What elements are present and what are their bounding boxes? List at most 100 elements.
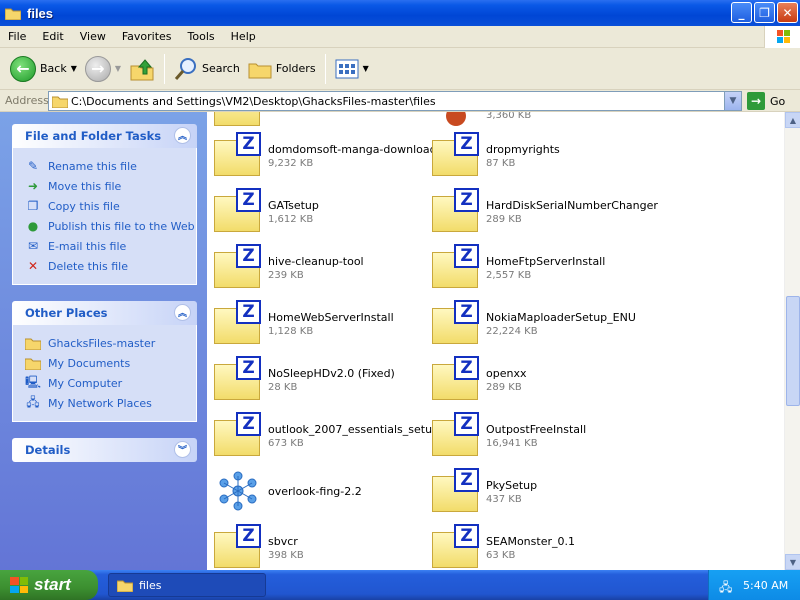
file-item[interactable]: Zdomdomsoft-manga-downloader 9,232 KB xyxy=(214,132,448,178)
file-item[interactable]: Z GATsetup 1,612 KB xyxy=(214,188,319,234)
scroll-thumb[interactable] xyxy=(786,296,800,406)
file-item[interactable]: Z HardDiskSerialNumberChanger 289 KB xyxy=(432,188,658,234)
back-dropdown-icon[interactable]: ▼ xyxy=(71,64,77,73)
file-item[interactable]: Zoutlook_2007_essentials_setup 673 KB xyxy=(214,412,439,458)
file-size: 239 KB xyxy=(268,270,304,281)
file-name: sbvcr xyxy=(268,535,298,548)
place-label: My Computer xyxy=(48,376,123,390)
address-label: Address xyxy=(5,94,49,107)
place-label: My Network Places xyxy=(48,396,152,410)
file-size: 22,224 KB xyxy=(486,326,538,337)
expand-chevron-icon[interactable]: ︾ xyxy=(174,441,191,458)
file-item[interactable]: Zdropmyrights 87 KB xyxy=(432,132,560,178)
file-item[interactable]: Z NokiaMaploaderSetup_ENU 22,224 KB xyxy=(432,300,636,346)
file-size: 398 KB xyxy=(268,550,304,561)
start-button[interactable]: start xyxy=(0,570,98,600)
file-item[interactable]: Z HomeWebServerInstall 1,128 KB xyxy=(214,300,394,346)
task-move[interactable]: ➜ Move this file xyxy=(25,176,196,196)
minimize-button[interactable]: _ xyxy=(731,2,752,23)
collapse-chevron-icon[interactable]: ︽ xyxy=(174,304,191,321)
up-button[interactable] xyxy=(125,52,159,86)
file-item[interactable]: 3,360 KB xyxy=(432,112,531,128)
scroll-up-arrow[interactable]: ▲ xyxy=(785,112,800,128)
views-button[interactable]: ▼ xyxy=(331,52,373,86)
folders-button[interactable]: Folders xyxy=(244,52,320,86)
file-size: 3,360 KB xyxy=(486,112,532,121)
task-copy[interactable]: ❐ Copy this file xyxy=(25,196,196,216)
network-tray-icon[interactable]: 🖧 xyxy=(719,578,733,594)
file-item[interactable]: Z SEAMonster_0.1 63 KB xyxy=(432,524,575,570)
address-dropdown-icon[interactable]: ▼ xyxy=(724,92,741,110)
place-my-documents[interactable]: My Documents xyxy=(25,353,196,373)
menu-file[interactable]: File xyxy=(0,30,34,43)
file-folder-tasks-header[interactable]: File and Folder Tasks ︽ xyxy=(12,124,197,148)
back-button[interactable]: ← Back ▼ xyxy=(6,52,81,86)
taskbar-window-label: files xyxy=(139,578,162,592)
folder-icon xyxy=(25,335,41,351)
vertical-scrollbar[interactable]: ▲ ▼ xyxy=(784,112,800,570)
place-my-network[interactable]: 🖧 My Network Places xyxy=(25,393,196,413)
place-parent-folder[interactable]: GhacksFiles-master xyxy=(25,333,196,353)
views-dropdown-icon[interactable]: ▼ xyxy=(363,64,369,73)
file-size: 1,612 KB xyxy=(268,214,314,225)
toolbar-separator xyxy=(164,53,166,84)
other-places-header[interactable]: Other Places ︽ xyxy=(12,301,197,325)
file-size: 16,941 KB xyxy=(486,438,538,449)
window-title: files xyxy=(27,5,54,21)
app-icon xyxy=(432,112,480,128)
scroll-down-arrow[interactable]: ▼ xyxy=(785,554,800,570)
task-rename[interactable]: ✎ Rename this file xyxy=(25,156,196,176)
folders-label: Folders xyxy=(275,62,316,75)
task-label: Rename this file xyxy=(48,159,137,173)
start-label: start xyxy=(34,575,71,594)
forward-dropdown-icon[interactable]: ▼ xyxy=(115,64,121,73)
file-name: HomeFtpServerInstall xyxy=(486,255,606,268)
file-item[interactable]: Z PkySetup 437 KB xyxy=(432,468,537,514)
task-label: E-mail this file xyxy=(48,239,127,253)
file-item[interactable]: Z HomeFtpServerInstall 2,557 KB xyxy=(432,244,605,290)
search-button[interactable]: Search xyxy=(170,52,244,86)
zip-folder-icon: Z xyxy=(214,244,262,290)
task-delete[interactable]: ✕ Delete this file xyxy=(25,256,196,276)
file-size: 289 KB xyxy=(486,214,522,225)
file-item[interactable]: Zhive-cleanup-tool 239 KB xyxy=(214,244,364,290)
file-item[interactable]: Z NoSleepHDv2.0 (Fixed) 28 KB xyxy=(214,356,395,402)
forward-button[interactable]: → ▼ xyxy=(81,52,125,86)
windows-flag-icon xyxy=(10,577,28,593)
email-icon: ✉ xyxy=(27,239,39,253)
zip-folder-icon: Z xyxy=(432,356,480,402)
task-publish[interactable]: ● Publish this file to the Web xyxy=(25,216,196,236)
menu-help[interactable]: Help xyxy=(223,30,264,43)
taskbar-window-files[interactable]: files xyxy=(108,573,266,597)
file-name: overlook-fing-2.2 xyxy=(268,485,362,498)
collapse-chevron-icon[interactable]: ︽ xyxy=(174,127,191,144)
go-button[interactable]: → Go xyxy=(747,92,785,110)
place-my-computer[interactable]: 🖳 My Computer xyxy=(25,373,196,393)
delete-icon: ✕ xyxy=(27,259,39,273)
close-button[interactable]: ✕ xyxy=(777,2,798,23)
zip-folder-icon: Z xyxy=(432,132,480,178)
file-size: 289 KB xyxy=(486,382,522,393)
address-input[interactable]: C:\Documents and Settings\VM2\Desktop\Gh… xyxy=(48,91,742,111)
maximize-button[interactable]: ❐ xyxy=(754,2,775,23)
network-icon: 🖧 xyxy=(26,394,40,409)
file-item[interactable]: Zopenxx 289 KB xyxy=(432,356,526,402)
windows-logo-icon xyxy=(764,26,800,48)
menu-edit[interactable]: Edit xyxy=(34,30,71,43)
file-size: 437 KB xyxy=(486,494,522,505)
title-bar[interactable]: files _ ❐ ✕ xyxy=(0,0,800,26)
menu-view[interactable]: View xyxy=(72,30,114,43)
other-places-panel: Other Places ︽ GhacksFiles-master My Doc… xyxy=(12,301,197,422)
file-item[interactable]: Zsbvcr 398 KB xyxy=(214,524,304,570)
file-item[interactable]: Z OutpostFreeInstall 16,941 KB xyxy=(432,412,586,458)
back-label: Back xyxy=(40,62,67,75)
file-item[interactable]: overlook-fing-2.2 xyxy=(214,468,362,514)
menu-favorites[interactable]: Favorites xyxy=(114,30,180,43)
panel-title: Details xyxy=(25,443,71,457)
zip-folder-icon: Z xyxy=(432,412,480,458)
menu-tools[interactable]: Tools xyxy=(180,30,223,43)
task-email[interactable]: ✉ E-mail this file xyxy=(25,236,196,256)
file-item[interactable] xyxy=(214,112,262,128)
details-header[interactable]: Details ︾ xyxy=(12,438,197,462)
zip-folder-icon: Z xyxy=(214,300,262,346)
